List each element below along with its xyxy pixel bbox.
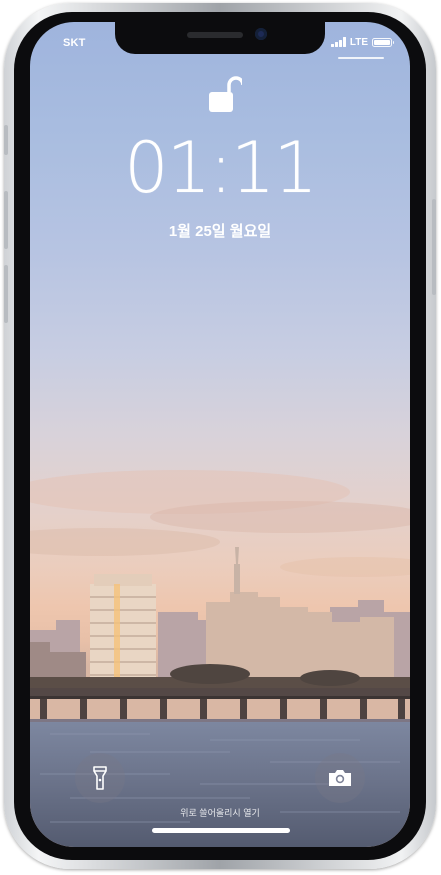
flashlight-button[interactable] <box>75 753 125 803</box>
signal-strength-icon <box>331 37 346 47</box>
camera-button[interactable] <box>315 753 365 803</box>
volume-up-button <box>4 191 8 249</box>
earpiece-speaker <box>187 32 243 38</box>
unlocked-padlock-icon <box>209 76 242 112</box>
side-power-button <box>432 199 436 295</box>
lock-screen: SKT LTE 01:11 1월 25일 월요일 위로 쓸어올리시 열기 <box>30 22 410 847</box>
silent-switch <box>4 125 8 155</box>
status-indicators: LTE <box>331 35 394 49</box>
front-camera <box>255 28 267 40</box>
home-indicator[interactable] <box>152 828 290 833</box>
battery-icon <box>372 37 394 47</box>
camera-icon <box>329 770 351 786</box>
lock-screen-time: 01:11 <box>124 127 318 209</box>
network-type: LTE <box>349 36 368 48</box>
carrier-label: SKT <box>63 37 86 49</box>
swipe-up-hint: 위로 쓸어올리시 열기 <box>180 808 260 818</box>
notch <box>115 22 325 54</box>
flashlight-icon <box>93 766 107 790</box>
volume-down-button <box>4 265 8 323</box>
control-center-indicator[interactable] <box>338 57 384 59</box>
lock-screen-date: 1월 25일 월요일 <box>168 223 272 240</box>
